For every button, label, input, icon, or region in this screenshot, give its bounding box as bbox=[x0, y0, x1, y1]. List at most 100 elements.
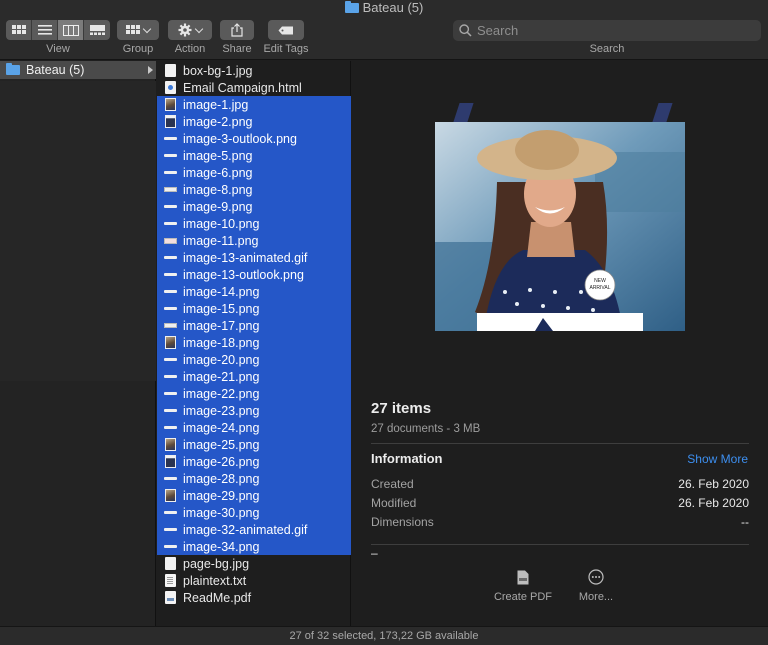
html-file-icon bbox=[163, 81, 177, 95]
file-name: ReadMe.pdf bbox=[183, 590, 252, 605]
file-row[interactable]: image-17.png bbox=[157, 317, 351, 334]
file-row[interactable]: image-11.png bbox=[157, 232, 351, 249]
edit-tags-button[interactable] bbox=[268, 20, 304, 40]
parent-column: Bateau (5) bbox=[0, 61, 156, 626]
image-file-icon bbox=[163, 370, 177, 384]
show-more-link[interactable]: Show More bbox=[687, 452, 748, 466]
file-row[interactable]: image-3-outlook.png bbox=[157, 130, 351, 147]
view-icons-button[interactable] bbox=[6, 20, 32, 40]
file-row[interactable]: image-1.jpg bbox=[157, 96, 351, 113]
file-row[interactable]: image-14.png bbox=[157, 283, 351, 300]
image-file-icon bbox=[163, 557, 177, 571]
file-name: image-9.png bbox=[183, 199, 253, 214]
photo-thumbnail-icon bbox=[163, 489, 177, 503]
file-row[interactable]: image-2.png bbox=[157, 113, 351, 130]
file-row[interactable]: image-18.png bbox=[157, 334, 351, 351]
file-name: image-5.png bbox=[183, 148, 253, 163]
photo-thumbnail-icon bbox=[163, 115, 177, 129]
file-row[interactable]: ReadMe.pdf bbox=[157, 589, 351, 606]
action-button[interactable] bbox=[168, 20, 212, 40]
share-icon bbox=[231, 23, 243, 37]
file-row[interactable]: image-30.png bbox=[157, 504, 351, 521]
file-row[interactable]: image-29.png bbox=[157, 487, 351, 504]
view-list-button[interactable] bbox=[32, 20, 58, 40]
image-file-icon bbox=[163, 540, 177, 554]
search-input[interactable] bbox=[477, 23, 757, 38]
file-row[interactable]: box-bg-1.jpg bbox=[157, 62, 351, 79]
folder-item-label: Bateau (5) bbox=[26, 63, 85, 77]
file-row[interactable]: plaintext.txt bbox=[157, 572, 351, 589]
grid-icon bbox=[11, 25, 26, 34]
dimensions-label: Dimensions bbox=[371, 515, 434, 529]
file-row[interactable]: image-13-outlook.png bbox=[157, 266, 351, 283]
file-row[interactable]: image-25.png bbox=[157, 436, 351, 453]
file-row[interactable]: image-10.png bbox=[157, 215, 351, 232]
create-pdf-button[interactable]: Create PDF bbox=[488, 569, 558, 603]
file-row[interactable]: image-28.png bbox=[157, 470, 351, 487]
file-row[interactable]: image-5.png bbox=[157, 147, 351, 164]
preview-thumbnail[interactable]: NEW ARRIVAL bbox=[435, 122, 685, 331]
file-row[interactable]: image-9.png bbox=[157, 198, 351, 215]
file-row[interactable]: Email Campaign.html bbox=[157, 79, 351, 96]
image-file-icon bbox=[163, 200, 177, 214]
folder-item-bateau[interactable]: Bateau (5) bbox=[0, 61, 156, 79]
folder-icon bbox=[344, 1, 359, 13]
image-file-icon bbox=[163, 285, 177, 299]
file-row[interactable]: image-24.png bbox=[157, 419, 351, 436]
file-name: image-32-animated.gif bbox=[183, 522, 308, 537]
modified-value: 26. Feb 2020 bbox=[678, 496, 749, 510]
action-label: Action bbox=[174, 43, 206, 55]
divider bbox=[371, 544, 749, 545]
tag-icon bbox=[278, 26, 293, 34]
image-file-icon bbox=[163, 506, 177, 520]
file-row[interactable]: page-bg.jpg bbox=[157, 555, 351, 572]
photo-thumbnail-icon bbox=[163, 336, 177, 350]
image-file-icon bbox=[163, 217, 177, 231]
file-row[interactable]: image-6.png bbox=[157, 164, 351, 181]
disclosure-arrow-icon bbox=[148, 66, 153, 74]
more-button[interactable]: More... bbox=[561, 569, 631, 603]
file-row[interactable]: image-26.png bbox=[157, 453, 351, 470]
badge-line2: ARRIVAL bbox=[589, 285, 610, 291]
file-name: image-13-animated.gif bbox=[183, 250, 308, 265]
more-icon bbox=[588, 569, 604, 585]
file-row[interactable]: image-34.png bbox=[157, 538, 351, 555]
file-row[interactable]: image-13-animated.gif bbox=[157, 249, 351, 266]
file-name: image-21.png bbox=[183, 369, 260, 384]
share-button[interactable] bbox=[220, 20, 254, 40]
file-row[interactable]: image-32-animated.gif bbox=[157, 521, 351, 538]
gear-icon bbox=[178, 23, 192, 37]
file-row[interactable]: image-21.png bbox=[157, 368, 351, 385]
image-file-icon bbox=[163, 319, 177, 333]
view-gallery-button[interactable] bbox=[84, 20, 110, 40]
pdf-file-icon bbox=[163, 591, 177, 605]
columns-icon bbox=[62, 24, 79, 36]
file-name: image-28.png bbox=[183, 471, 260, 486]
search-field[interactable] bbox=[453, 20, 761, 41]
file-list-column: box-bg-1.jpg Email Campaign.html image-1.j… bbox=[157, 61, 351, 626]
file-name: image-15.png bbox=[183, 301, 260, 316]
image-file-icon bbox=[163, 523, 177, 537]
status-bar: 27 of 32 selected, 173,22 GB available bbox=[0, 626, 768, 645]
window-title-text: Bateau (5) bbox=[362, 0, 424, 15]
file-row[interactable]: image-20.png bbox=[157, 351, 351, 368]
list-icon bbox=[37, 25, 52, 35]
file-name: page-bg.jpg bbox=[183, 556, 250, 571]
image-file-icon bbox=[163, 234, 177, 248]
file-row[interactable]: image-23.png bbox=[157, 402, 351, 419]
file-row[interactable]: image-22.png bbox=[157, 385, 351, 402]
file-row[interactable]: image-15.png bbox=[157, 300, 351, 317]
view-columns-button[interactable] bbox=[58, 20, 84, 40]
action-control bbox=[168, 20, 212, 40]
created-label: Created bbox=[371, 477, 414, 491]
file-name: plaintext.txt bbox=[183, 573, 247, 588]
file-name: image-20.png bbox=[183, 352, 260, 367]
file-row[interactable]: image-8.png bbox=[157, 181, 351, 198]
items-summary: 27 documents - 3 MB bbox=[371, 423, 481, 435]
photo-thumbnail-icon bbox=[163, 455, 177, 469]
image-file-icon bbox=[163, 404, 177, 418]
gallery-icon bbox=[89, 25, 105, 35]
image-file-icon bbox=[163, 387, 177, 401]
search-icon bbox=[459, 24, 472, 37]
group-button[interactable] bbox=[117, 20, 159, 40]
